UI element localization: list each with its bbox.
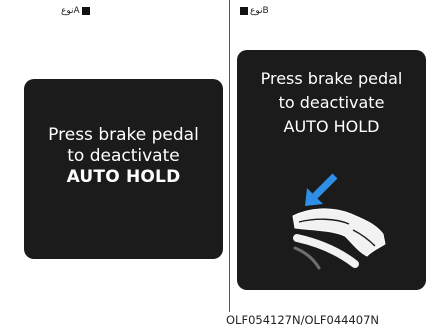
display-a-line-3: AUTO HOLD: [66, 167, 181, 187]
panel-b-label-text: نوعB: [250, 6, 269, 16]
square-bullet-icon: [240, 7, 248, 15]
foot-pressing-brake-pedal-icon: [292, 173, 386, 270]
cluster-display-b: Press brake pedal to deactivate AUTO HOL…: [237, 50, 426, 290]
figure-code: OLF054127N/OLF044407N: [226, 313, 380, 327]
arrow-down-left-icon: [305, 173, 338, 206]
display-b-line-1: Press brake pedal: [260, 69, 403, 88]
display-b-line-3: AUTO HOLD: [283, 117, 380, 136]
cluster-display-a: Press brake pedal to deactivate AUTO HOL…: [24, 79, 223, 259]
panel-a-label: نوعA: [61, 6, 90, 16]
display-b-line-2: to deactivate: [278, 93, 385, 112]
panel-divider: [229, 0, 230, 312]
pedal-icon: [293, 234, 359, 270]
panel-a-label-text: نوعA: [61, 6, 80, 16]
square-bullet-icon: [81, 7, 90, 15]
display-a-line-2: to deactivate: [67, 146, 180, 166]
panel-b-label: نوعB: [240, 6, 269, 16]
display-a-line-1: Press brake pedal: [48, 125, 199, 145]
